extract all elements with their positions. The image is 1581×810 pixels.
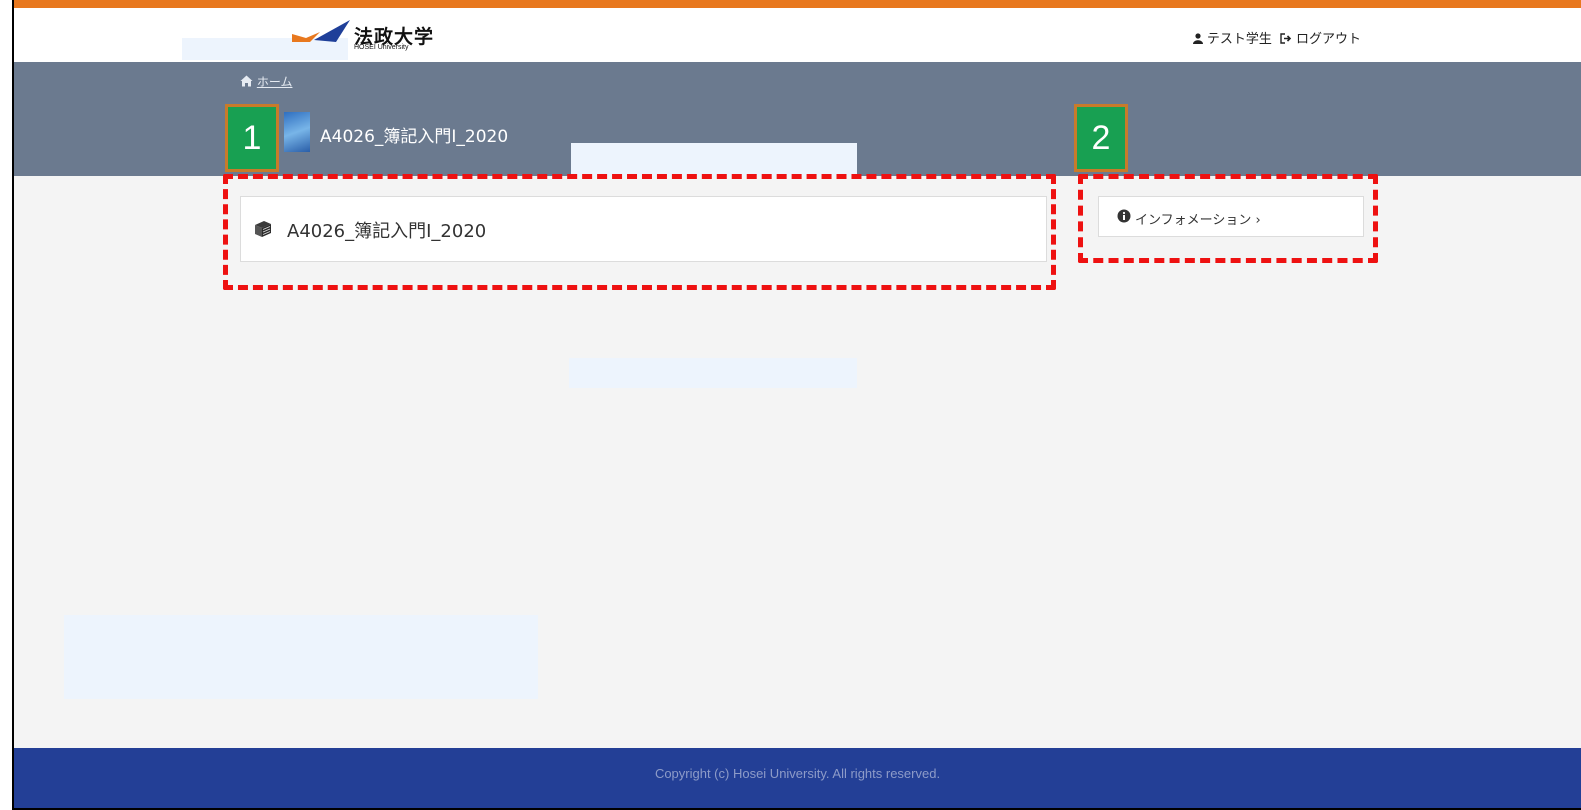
redacted-area (569, 358, 857, 388)
breadcrumb-home-link[interactable]: ホーム (257, 75, 293, 89)
top-accent-bar (14, 0, 1581, 8)
page-footer: Copyright (c) Hosei University. All righ… (14, 748, 1581, 808)
logo-english-text: HOSEI University (354, 44, 409, 51)
course-thumbnail (284, 112, 310, 152)
top-navbar: 法政大学 HOSEI University テスト学生 ログアウト (14, 8, 1581, 62)
info-circle-icon (1117, 209, 1131, 223)
user-profile-link[interactable]: テスト学生 (1192, 28, 1272, 47)
copyright-text: Copyright (c) Hosei University. All righ… (654, 766, 941, 781)
redacted-area (64, 615, 538, 699)
user-icon (1192, 33, 1203, 44)
course-card[interactable]: A4026_簿記入門Ⅰ_2020 (240, 196, 1047, 262)
book-icon (255, 221, 271, 237)
annotation-badge-2: 2 (1074, 104, 1128, 172)
information-button[interactable]: インフォメーション › (1098, 196, 1364, 237)
logout-label: ログアウト (1295, 32, 1361, 47)
sign-out-icon (1280, 33, 1292, 44)
user-menu: テスト学生 ログアウト (1189, 28, 1361, 47)
user-name: テスト学生 (1206, 32, 1272, 47)
logo-mark-icon (292, 20, 350, 42)
course-title: A4026_簿記入門Ⅰ_2020 (320, 127, 509, 147)
home-icon (240, 75, 253, 87)
logout-link[interactable]: ログアウト (1280, 28, 1361, 47)
annotation-badge-1: 1 (225, 104, 279, 172)
information-label: インフォメーション › (1135, 213, 1261, 228)
breadcrumb: ホーム (240, 73, 292, 90)
course-card-label: A4026_簿記入門Ⅰ_2020 (287, 221, 487, 242)
app-frame: 法政大学 HOSEI University テスト学生 ログアウト ホーム A4… (12, 0, 1581, 810)
redacted-area (571, 143, 857, 176)
